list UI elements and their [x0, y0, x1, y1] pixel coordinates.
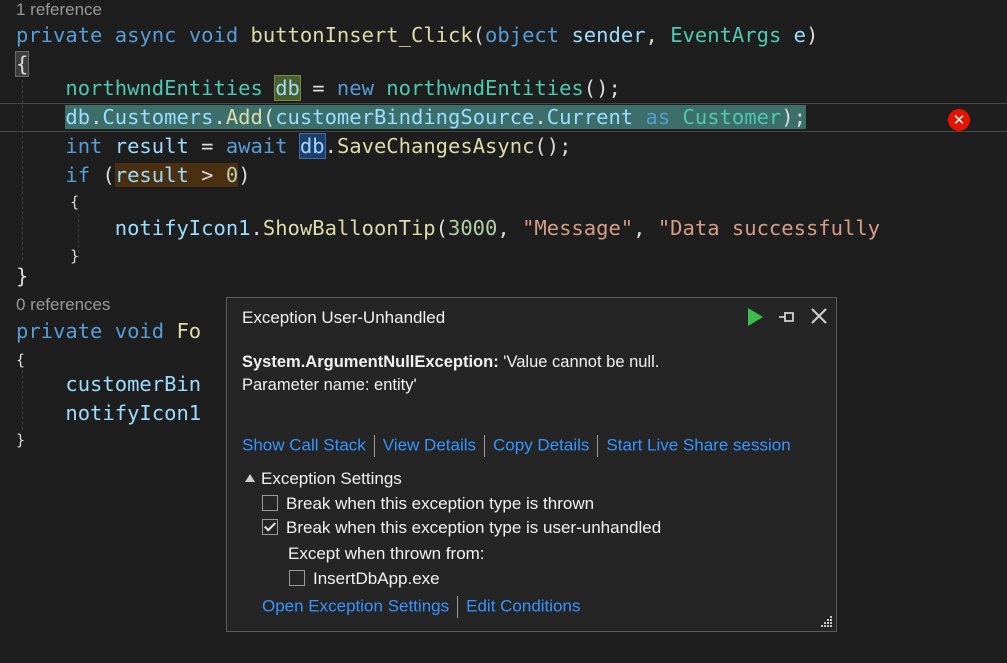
separator	[484, 435, 486, 457]
break-thrown-option[interactable]: Break when this exception type is thrown	[262, 494, 594, 514]
exception-message: System.ArgumentNullException: 'Value can…	[242, 351, 659, 397]
code-line: }	[16, 264, 29, 288]
break-unhandled-label: Break when this exception type is user-u…	[286, 518, 662, 537]
expand-triangle-icon[interactable]	[245, 474, 255, 482]
separator	[597, 435, 599, 457]
code-line: notifyIcon1	[65, 401, 202, 425]
break-thrown-label: Break when this exception type is thrown	[286, 494, 595, 513]
code-line: }	[16, 431, 26, 449]
code-line: if (result > 0)	[65, 163, 251, 187]
exception-settings-label: Exception Settings	[261, 469, 402, 488]
exception-settings-header[interactable]: Exception Settings	[245, 469, 402, 489]
pin-icon[interactable]	[777, 306, 797, 328]
view-details-link[interactable]: View Details	[383, 435, 476, 454]
edit-conditions-link[interactable]: Edit Conditions	[466, 596, 580, 615]
live-share-link[interactable]: Start Live Share session	[606, 435, 790, 454]
method-signature: private void Fo	[16, 319, 202, 343]
break-thrown-checkbox[interactable]	[262, 495, 278, 511]
codelens-references[interactable]: 1 reference	[16, 0, 102, 20]
popup-bottom-links: Open Exception Settings Edit Conditions	[262, 596, 580, 618]
continue-icon[interactable]	[748, 308, 763, 326]
current-statement-line: db.Customers.Add(customerBindingSource.C…	[65, 105, 806, 129]
except-module-option[interactable]: InsertDbApp.exe	[289, 569, 440, 589]
method-signature: private async void buttonInsert_Click(ob…	[16, 23, 819, 47]
module-checkbox[interactable]	[289, 570, 305, 586]
exception-text: 'Value cannot be null.	[498, 353, 660, 371]
except-label: Except when thrown from:	[288, 544, 485, 563]
separator	[373, 435, 375, 457]
exception-type: System.ArgumentNullException:	[242, 353, 499, 371]
code-line: notifyIcon1.ShowBalloonTip(3000, "Messag…	[114, 216, 881, 240]
break-unhandled-option[interactable]: Break when this exception type is user-u…	[262, 518, 661, 538]
error-icon[interactable]: ✕	[948, 109, 970, 131]
show-call-stack-link[interactable]: Show Call Stack	[242, 435, 366, 454]
copy-details-link[interactable]: Copy Details	[493, 435, 589, 454]
popup-title: Exception User-Unhandled	[242, 308, 446, 327]
code-line: {	[52, 193, 80, 211]
close-icon[interactable]	[808, 305, 830, 327]
popup-actions: Show Call Stack View Details Copy Details S…	[242, 435, 791, 457]
module-label: InsertDbApp.exe	[313, 569, 440, 588]
codelens-references[interactable]: 0 references	[16, 295, 111, 315]
code-line: customerBin	[65, 372, 202, 396]
exception-popup[interactable]: Exception User-Unhandled System.Argument…	[226, 297, 837, 632]
open-exception-settings-link[interactable]: Open Exception Settings	[262, 596, 449, 615]
code-line: int result = await db.SaveChangesAsync()…	[65, 133, 572, 159]
separator	[457, 596, 459, 618]
code-line: northwndEntities db = new northwndEntiti…	[65, 75, 621, 101]
break-unhandled-checkbox[interactable]	[262, 519, 278, 535]
resize-grip-icon[interactable]	[819, 614, 833, 628]
exception-param: Parameter name: entity'	[242, 376, 417, 394]
